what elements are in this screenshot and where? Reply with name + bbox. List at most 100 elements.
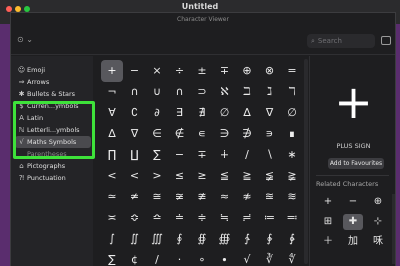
- character-cell[interactable]: −: [124, 60, 146, 82]
- character-cell[interactable]: ∍: [259, 123, 281, 145]
- related-character-cell[interactable]: 咊: [368, 234, 388, 250]
- character-cell[interactable]: ∲: [259, 228, 281, 250]
- character-cell[interactable]: ∅: [214, 102, 236, 124]
- related-scrollbar[interactable]: [392, 194, 395, 264]
- related-character-cell[interactable]: ✚: [343, 214, 363, 230]
- character-cell[interactable]: ∋: [214, 123, 236, 145]
- character-cell[interactable]: ∫: [101, 228, 123, 250]
- character-cell[interactable]: ∪: [146, 81, 168, 103]
- character-cell[interactable]: ∄: [191, 102, 213, 124]
- character-cell[interactable]: ∇: [259, 102, 281, 124]
- character-cell[interactable]: −: [169, 144, 191, 166]
- related-character-cell[interactable]: ⊞: [318, 214, 338, 230]
- character-cell[interactable]: ≏: [146, 207, 168, 229]
- character-cell[interactable]: =: [281, 60, 303, 82]
- character-cell[interactable]: ≒: [214, 207, 236, 229]
- character-cell[interactable]: ⊃: [191, 81, 213, 103]
- character-cell[interactable]: +: [101, 60, 123, 82]
- character-cell[interactable]: ∑: [101, 249, 123, 266]
- character-cell[interactable]: ∃: [169, 102, 191, 124]
- character-cell[interactable]: ≅: [146, 186, 168, 208]
- character-cell[interactable]: ∀: [101, 102, 123, 124]
- character-cell[interactable]: ≤: [169, 165, 191, 187]
- character-cell[interactable]: ⊕: [236, 60, 258, 82]
- character-cell[interactable]: ≉: [236, 186, 258, 208]
- character-cell[interactable]: ∩: [124, 81, 146, 103]
- character-cell[interactable]: <: [124, 165, 146, 187]
- character-cell[interactable]: ≦: [214, 165, 236, 187]
- action-menu-button[interactable]: ⊙ ⌄: [17, 33, 33, 47]
- character-cell[interactable]: ≎: [124, 207, 146, 229]
- character-cell[interactable]: ∱: [236, 228, 258, 250]
- character-grid-scrollbar[interactable]: [304, 59, 308, 264]
- character-cell[interactable]: ±: [191, 60, 213, 82]
- related-character-cell[interactable]: −: [343, 194, 363, 210]
- character-cell[interactable]: ≊: [259, 186, 281, 208]
- character-cell[interactable]: ∂: [146, 102, 168, 124]
- view-toggle-icon[interactable]: [381, 36, 391, 45]
- character-cell[interactable]: ≑: [191, 207, 213, 229]
- character-cell[interactable]: ∘: [191, 249, 213, 266]
- character-cell[interactable]: ℵ: [214, 81, 236, 103]
- sidebar-item-bullets-stars[interactable]: ✱ Bullets & Stars: [15, 88, 91, 100]
- character-cell[interactable]: ∮: [169, 228, 191, 250]
- character-cell[interactable]: ∈: [146, 123, 168, 145]
- related-character-cell[interactable]: 加: [343, 234, 363, 250]
- character-cell[interactable]: ·: [169, 249, 191, 266]
- character-cell[interactable]: ≇: [191, 186, 213, 208]
- character-cell[interactable]: ∛: [259, 249, 281, 266]
- character-cell[interactable]: ≐: [169, 207, 191, 229]
- character-cell[interactable]: ≥: [191, 165, 213, 187]
- character-cell[interactable]: ≈: [214, 186, 236, 208]
- character-cell[interactable]: ∁: [124, 102, 146, 124]
- character-cell[interactable]: ∆: [101, 123, 123, 145]
- character-cell[interactable]: ∆: [236, 102, 258, 124]
- character-cell[interactable]: √: [236, 249, 258, 266]
- related-character-cell[interactable]: ⊕: [368, 194, 388, 210]
- character-cell[interactable]: ≍: [101, 207, 123, 229]
- character-cell[interactable]: ∭: [146, 228, 168, 250]
- character-cell[interactable]: ∙: [214, 249, 236, 266]
- character-cell[interactable]: ≃: [101, 186, 123, 208]
- character-cell[interactable]: ≄: [124, 186, 146, 208]
- search-field[interactable]: ⌕ Search: [307, 34, 375, 48]
- sidebar-item-pictographs[interactable]: ⌂ Pictographs: [15, 160, 91, 172]
- sidebar-item-punctuation[interactable]: ⁈ Punctuation: [15, 172, 91, 184]
- character-cell[interactable]: >: [146, 165, 168, 187]
- add-to-favourites-button[interactable]: Add to Favourites: [328, 158, 384, 169]
- character-cell[interactable]: ℷ: [259, 81, 281, 103]
- character-cell[interactable]: ∏: [101, 144, 123, 166]
- character-cell[interactable]: ∅: [281, 102, 303, 124]
- character-cell[interactable]: ≨: [259, 165, 281, 187]
- character-cell[interactable]: ≓: [236, 207, 258, 229]
- sidebar-item-emoji[interactable]: ☺ Emoji: [15, 64, 91, 76]
- character-cell[interactable]: ≧: [236, 165, 258, 187]
- character-cell[interactable]: ∑: [146, 144, 168, 166]
- character-cell[interactable]: ∔: [214, 144, 236, 166]
- character-cell[interactable]: ∓: [214, 60, 236, 82]
- character-cell[interactable]: ∜: [281, 249, 303, 266]
- character-cell[interactable]: ≆: [169, 186, 191, 208]
- sidebar-item-arrows[interactable]: ⇒ Arrows: [15, 76, 91, 88]
- character-cell[interactable]: ≔: [259, 207, 281, 229]
- related-character-cell[interactable]: +: [318, 194, 338, 210]
- character-cell[interactable]: ∐: [124, 144, 146, 166]
- character-cell[interactable]: ⊗: [259, 60, 281, 82]
- character-cell[interactable]: ¬: [101, 81, 123, 103]
- character-cell[interactable]: ∯: [191, 228, 213, 250]
- character-cell[interactable]: ∎: [281, 123, 303, 145]
- character-cell[interactable]: ℸ: [281, 81, 303, 103]
- character-cell[interactable]: ×: [146, 60, 168, 82]
- character-cell[interactable]: ∕: [236, 144, 258, 166]
- character-cell[interactable]: ≩: [281, 165, 303, 187]
- character-cell[interactable]: ∰: [214, 228, 236, 250]
- character-cell[interactable]: ∗: [281, 144, 303, 166]
- character-cell[interactable]: ∳: [281, 228, 303, 250]
- character-cell[interactable]: ≕: [281, 207, 303, 229]
- character-cell[interactable]: ∖: [259, 144, 281, 166]
- character-cell[interactable]: ℶ: [236, 81, 258, 103]
- character-cell[interactable]: /: [146, 249, 168, 266]
- related-character-cell[interactable]: ⊹: [368, 214, 388, 230]
- character-cell[interactable]: ¢: [124, 249, 146, 266]
- character-cell[interactable]: ∬: [124, 228, 146, 250]
